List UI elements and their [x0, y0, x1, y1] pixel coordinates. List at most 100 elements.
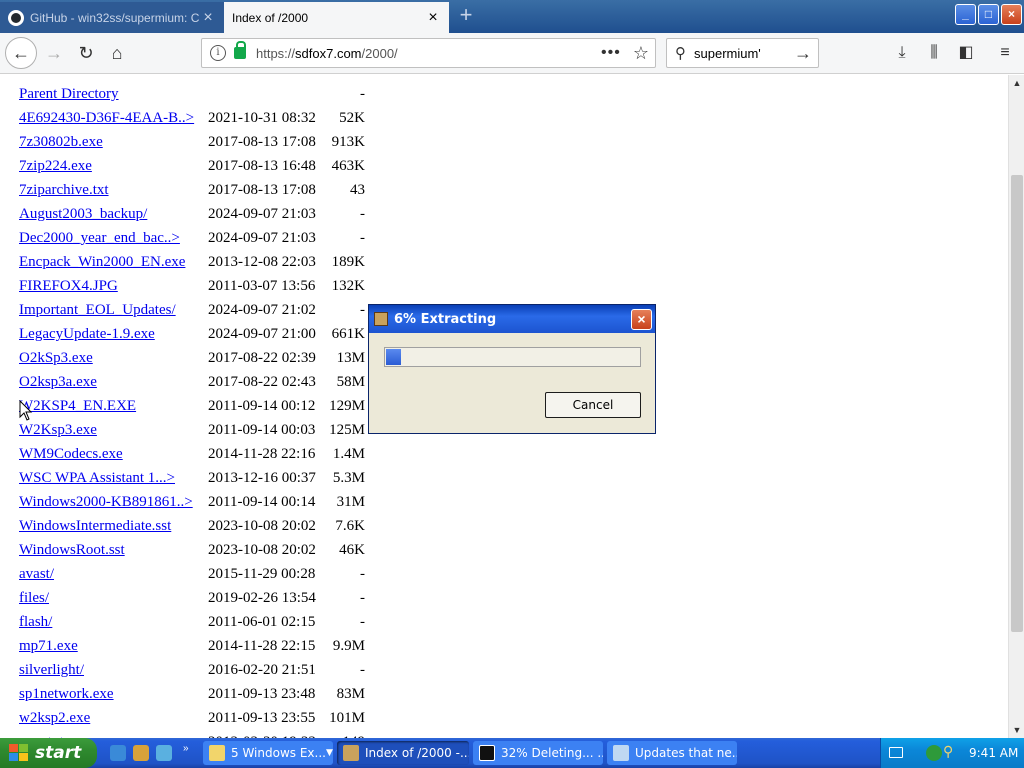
- file-link[interactable]: 7ziparchive.txt: [19, 182, 109, 199]
- listing-row: W2Ksp3.exe 2011-09-14 00:03 125M: [0, 416, 400, 440]
- search-icon: ⚲: [675, 45, 686, 62]
- file-date: 2014-11-28 22:16: [208, 446, 316, 462]
- file-size: 9.9M: [332, 638, 365, 654]
- file-link[interactable]: mp71.exe: [19, 638, 78, 655]
- taskbar-item-windows-explorer[interactable]: 5 Windows Ex... ▼: [203, 741, 333, 765]
- close-tab-icon[interactable]: ×: [425, 9, 441, 26]
- file-link[interactable]: 7zip224.exe: [19, 158, 92, 175]
- file-link[interactable]: avast/: [19, 566, 54, 583]
- bookmark-star-icon[interactable]: ☆: [633, 43, 649, 64]
- windows-flag-icon: [9, 744, 29, 762]
- file-link[interactable]: Encpack_Win2000_EN.exe: [19, 254, 185, 271]
- minimize-button[interactable]: _: [955, 4, 976, 25]
- dialog-close-button[interactable]: ×: [631, 308, 652, 330]
- library-icon[interactable]: ⫼: [922, 41, 946, 65]
- start-button[interactable]: start: [0, 738, 97, 768]
- page-actions-icon[interactable]: •••: [601, 44, 621, 62]
- file-size: 913K: [331, 134, 365, 150]
- window-close-button[interactable]: ×: [1001, 4, 1022, 25]
- file-link[interactable]: August2003_backup/: [19, 206, 147, 223]
- folder-icon: [209, 745, 225, 761]
- download-icon[interactable]: ⤓: [890, 41, 914, 65]
- listing-row: 7zip224.exe 2017-08-13 16:48 463K: [0, 152, 400, 176]
- back-arrow-icon[interactable]: ←: [5, 37, 37, 69]
- forward-arrow-icon[interactable]: →: [40, 39, 68, 67]
- url-bar[interactable]: i https://sdfox7.com/2000/ ••• ☆: [201, 38, 656, 68]
- sidebar-icon[interactable]: ◧: [954, 41, 978, 65]
- github-icon: [8, 9, 24, 26]
- search-go-arrow-icon[interactable]: →: [794, 43, 812, 64]
- file-link[interactable]: LegacyUpdate-1.9.exe: [19, 326, 155, 343]
- file-size: 125M: [329, 422, 365, 438]
- file-link[interactable]: sp1network.exe: [19, 686, 114, 703]
- file-link[interactable]: W2KSP4_EN.EXE: [19, 398, 136, 415]
- file-link[interactable]: FIREFOX4.JPG: [19, 278, 118, 295]
- reload-icon[interactable]: ↻: [72, 39, 100, 67]
- file-date: 2017-08-13 17:08: [208, 182, 316, 198]
- lock-icon: [234, 41, 246, 59]
- search-icon[interactable]: ⚲: [943, 743, 953, 760]
- file-link[interactable]: O2kSp3.exe: [19, 350, 93, 367]
- close-tab-icon[interactable]: ×: [200, 9, 216, 26]
- vertical-scrollbar[interactable]: ▲ ▼: [1008, 75, 1024, 738]
- file-size: 43: [350, 182, 365, 198]
- listing-row: Important_EOL_Updates/2024-09-07 21:02 -: [0, 296, 400, 320]
- scroll-thumb[interactable]: [1011, 175, 1023, 632]
- new-tab-icon[interactable]: +: [455, 4, 477, 26]
- menu-hamburger-icon[interactable]: ≡: [993, 41, 1017, 65]
- dialog-title-bar[interactable]: 6% Extracting ×: [369, 305, 655, 333]
- listing-row: flash/2011-06-01 02:15 -: [0, 608, 400, 632]
- scroll-up-arrow-icon[interactable]: ▲: [1009, 75, 1024, 91]
- file-date: 2015-11-29 00:28: [208, 566, 316, 582]
- listing-row: silverlight/2016-02-20 21:51 -: [0, 656, 400, 680]
- file-link[interactable]: files/: [19, 590, 49, 607]
- cancel-button[interactable]: Cancel: [545, 392, 641, 418]
- internet-explorer-icon[interactable]: [110, 745, 126, 761]
- file-link[interactable]: 7z30802b.exe: [19, 134, 103, 151]
- network-icon[interactable]: [926, 745, 942, 761]
- search-input[interactable]: supermium': [694, 46, 794, 61]
- tab-github[interactable]: GitHub - win32ss/supermium: Ch ×: [0, 2, 224, 33]
- file-date: 2023-10-08 20:02: [208, 518, 316, 534]
- file-link[interactable]: silverlight/: [19, 662, 84, 679]
- search-bar[interactable]: ⚲ supermium' →: [666, 38, 819, 68]
- taskbar-item-browser[interactable]: Index of /2000 -...: [337, 741, 469, 765]
- file-link[interactable]: WSC WPA Assistant 1...>: [19, 470, 175, 487]
- file-link[interactable]: 4E692430-D36F-4EAA-B..>: [19, 110, 194, 127]
- file-link[interactable]: O2ksp3a.exe: [19, 374, 97, 391]
- listing-row: Dec2000_year_end_bac..> 2024-09-07 21:03 -: [0, 224, 400, 248]
- extracting-dialog: 6% Extracting × Cancel: [368, 304, 656, 434]
- listing-row: WindowsIntermediate.sst 2023-10-08 20:02 7…: [0, 512, 400, 536]
- listing-row: 7z30802b.exe 2017-08-13 17:08 913K: [0, 128, 400, 152]
- file-link[interactable]: flash/: [19, 614, 52, 631]
- keyboard-icon[interactable]: [889, 747, 903, 758]
- scroll-down-arrow-icon[interactable]: ▼: [1009, 722, 1024, 738]
- file-date: 2014-11-28 22:15: [208, 638, 316, 654]
- taskbar-item-7zip[interactable]: 32% Deleting... ...: [473, 741, 603, 765]
- clock[interactable]: 9:41 AM: [969, 746, 1018, 760]
- file-link[interactable]: WM9Codecs.exe: [19, 446, 123, 463]
- file-link[interactable]: Windows2000-KB891861..>: [19, 494, 193, 511]
- file-size: 463K: [331, 158, 365, 174]
- file-link[interactable]: Important_EOL_Updates/: [19, 302, 176, 319]
- file-date: 2017-08-13 16:48: [208, 158, 316, 174]
- listing-row: 7ziparchive.txt 2017-08-13 17:08 43: [0, 176, 400, 200]
- maximize-button[interactable]: □: [978, 4, 999, 25]
- task-label: Updates that ne...: [635, 746, 737, 760]
- quick-launch-chevron-icon[interactable]: »: [183, 743, 189, 754]
- show-desktop-icon[interactable]: [156, 745, 172, 761]
- file-link[interactable]: WindowsRoot.sst: [19, 542, 125, 559]
- file-link[interactable]: Dec2000_year_end_bac..>: [19, 230, 180, 247]
- taskbar-item-updates[interactable]: Updates that ne...: [607, 741, 737, 765]
- file-link[interactable]: Parent Directory: [19, 86, 119, 103]
- media-player-icon[interactable]: [133, 745, 149, 761]
- url-text[interactable]: https://sdfox7.com/2000/: [256, 46, 601, 61]
- info-icon[interactable]: i: [210, 45, 226, 61]
- system-tray: ⚲ 9:41 AM: [880, 738, 1024, 768]
- file-link[interactable]: W2Ksp3.exe: [19, 422, 97, 439]
- home-icon[interactable]: ⌂: [103, 39, 131, 67]
- file-link[interactable]: WindowsIntermediate.sst: [19, 518, 171, 535]
- file-size: -: [360, 206, 365, 222]
- tab-index-of-2000[interactable]: Index of /2000 ×: [224, 2, 449, 33]
- file-link[interactable]: w2ksp2.exe: [19, 710, 90, 727]
